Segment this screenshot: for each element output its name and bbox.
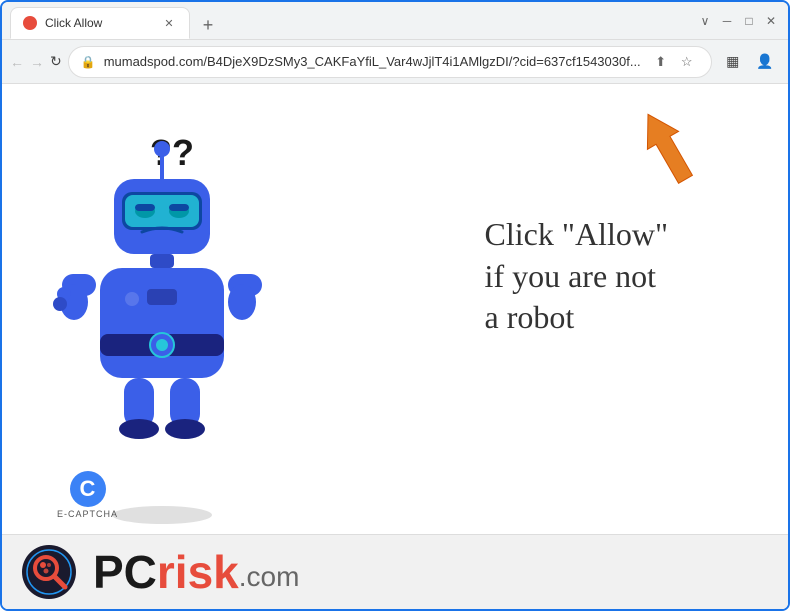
toolbar-right: ▦ 👤 ⋮ <box>718 47 790 77</box>
back-button[interactable]: ← <box>10 47 24 77</box>
address-actions: ⬆ ☆ <box>649 50 699 74</box>
pcrisk-logo-icon <box>22 545 77 600</box>
pcrisk-watermark: PCrisk.com <box>2 534 788 609</box>
address-bar[interactable]: 🔒 mumadspod.com/B4DjeX9DzSMy3_CAKFaYfiL_… <box>68 46 712 78</box>
close-button[interactable]: ✕ <box>762 12 780 30</box>
active-tab[interactable]: Click Allow ✕ <box>10 7 190 39</box>
bookmark-icon-btn[interactable]: ☆ <box>675 50 699 74</box>
browser-window: Click Allow ✕ + ∨ ─ □ ✕ ← → ↻ 🔒 mumadspo… <box>0 0 790 611</box>
pcrisk-risk: risk <box>157 545 239 599</box>
caption-line1: Click "Allow" <box>485 214 668 256</box>
forward-button[interactable]: → <box>30 47 44 77</box>
toolbar: ← → ↻ 🔒 mumadspod.com/B4DjeX9DzSMy3_CAKF… <box>2 40 788 84</box>
tab-strip: Click Allow ✕ + <box>10 2 688 39</box>
new-tab-button[interactable]: + <box>194 11 222 39</box>
pcrisk-pc: PC <box>93 545 157 599</box>
page-content: ?? <box>2 84 788 609</box>
caption-line3: a robot <box>485 297 668 339</box>
window-controls: ∨ ─ □ ✕ <box>696 12 780 30</box>
ecaptcha-label: E-CAPTCHA <box>57 509 118 519</box>
pcrisk-dotcom: .com <box>239 561 300 593</box>
refresh-button[interactable]: ↻ <box>50 47 62 77</box>
robot-illustration <box>42 124 282 484</box>
title-bar: Click Allow ✕ + ∨ ─ □ ✕ <box>2 2 788 40</box>
ecaptcha-icon: C <box>70 471 106 507</box>
url-text: mumadspod.com/B4DjeX9DzSMy3_CAKFaYfiL_Va… <box>104 54 641 69</box>
maximize-button[interactable]: □ <box>740 12 758 30</box>
lock-icon: 🔒 <box>81 55 96 69</box>
robot-shadow <box>112 506 212 524</box>
profile-button[interactable]: 👤 <box>750 47 780 77</box>
tab-close-button[interactable]: ✕ <box>161 15 177 31</box>
sidebar-button[interactable]: ▦ <box>718 47 748 77</box>
pcrisk-logo-text: PCrisk.com <box>93 545 299 599</box>
menu-button[interactable]: ⋮ <box>782 47 790 77</box>
tab-title: Click Allow <box>45 16 153 30</box>
minimize-button[interactable]: ∨ <box>696 12 714 30</box>
minimize-button2[interactable]: ─ <box>718 12 736 30</box>
caption-line2: if you are not <box>485 256 668 298</box>
share-icon-btn[interactable]: ⬆ <box>649 50 673 74</box>
ecaptcha-logo: C E-CAPTCHA <box>57 471 118 519</box>
tab-favicon <box>23 16 37 30</box>
caption-text: Click "Allow" if you are not a robot <box>485 214 668 339</box>
